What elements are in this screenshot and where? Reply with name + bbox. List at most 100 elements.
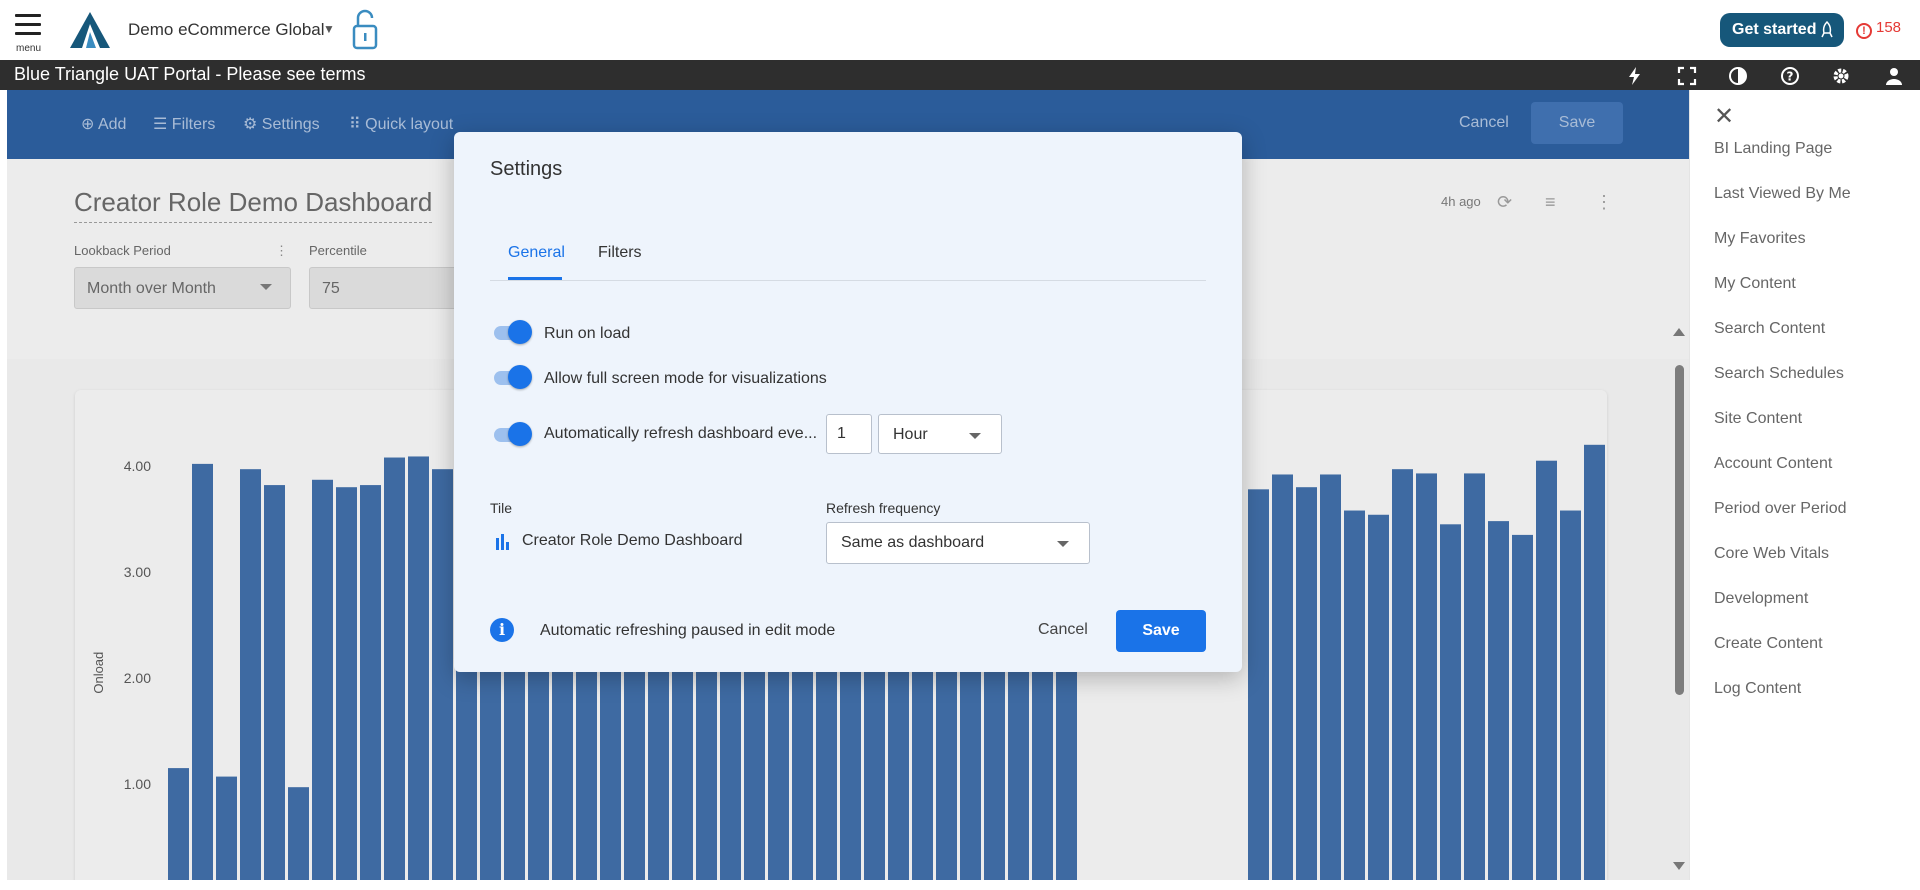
sidebar-item[interactable]: Log Content (1714, 680, 1801, 698)
sidebar-item[interactable]: Development (1714, 590, 1808, 608)
toggle-knob (508, 320, 532, 344)
sidebar-item[interactable]: Period over Period (1714, 500, 1847, 518)
tab-filters[interactable]: Filters (598, 244, 642, 262)
close-icon[interactable]: ✕ (1714, 102, 1734, 131)
cancel-button[interactable]: Cancel (1038, 621, 1088, 639)
tab-general[interactable]: General (508, 244, 565, 262)
filters-label: Filters (171, 116, 216, 133)
filters-button[interactable]: ☰ Filters (153, 114, 215, 134)
org-name[interactable]: Demo eCommerce Global (128, 20, 325, 40)
chart-bar (408, 456, 429, 880)
add-label: Add (97, 116, 127, 133)
menu-label: menu (16, 43, 42, 54)
lightning-icon[interactable] (1625, 66, 1645, 86)
chart-bar (240, 469, 261, 880)
fullscreen-icon[interactable] (1677, 66, 1697, 86)
unlock-icon[interactable] (350, 8, 380, 50)
chart-bar (1560, 510, 1581, 880)
chart-bar (1584, 444, 1605, 880)
auto-refresh-toggle[interactable] (492, 420, 532, 448)
svg-text:?: ? (1787, 70, 1794, 84)
chevron-down-icon (260, 284, 272, 290)
percentile-input[interactable]: 75 (309, 267, 469, 309)
get-started-label: Get started (1732, 21, 1817, 38)
tab-divider (490, 280, 1206, 281)
toolbar-cancel-button[interactable]: Cancel (1459, 114, 1509, 132)
org-caret-icon[interactable]: ▼ (323, 22, 335, 36)
menu-icon-bar (15, 32, 41, 35)
sidebar-item[interactable]: My Content (1714, 275, 1796, 293)
chart-bar (216, 776, 237, 880)
chart-bar (1488, 521, 1509, 880)
filter-menu-icon[interactable]: ⋮ (275, 243, 288, 259)
chart-bar (1536, 460, 1557, 880)
refresh-icon[interactable]: ⟳ (1497, 192, 1512, 213)
sidebar-item[interactable]: Create Content (1714, 635, 1823, 653)
menu-button[interactable]: menu (12, 12, 46, 54)
chart-bar (1392, 469, 1413, 880)
y-tick-label: 3.00 (124, 564, 151, 580)
filter-label-lookback: Lookback Period (74, 243, 171, 258)
navigation-sidebar: ✕ BI Landing Page Last Viewed By Me My Fav… (1689, 90, 1920, 880)
chart-bar (336, 487, 357, 880)
sidebar-item[interactable]: BI Landing Page (1714, 140, 1832, 158)
scrollbar-thumb[interactable] (1675, 365, 1684, 695)
banner-title: Blue Triangle UAT Portal - Please see te… (14, 64, 366, 84)
portal-banner: Blue Triangle UAT Portal - Please see te… (0, 60, 1920, 90)
lookback-value: Month over Month (87, 280, 216, 297)
chart-bar (384, 457, 405, 880)
sidebar-item[interactable]: Search Schedules (1714, 365, 1844, 383)
sidebar-item[interactable]: Core Web Vitals (1714, 545, 1829, 563)
alert-count: 158 (1876, 19, 1902, 36)
y-tick-label: 1.00 (124, 776, 151, 792)
refresh-frequency-select[interactable]: Same as dashboard (826, 522, 1090, 564)
chart-bar (312, 479, 333, 880)
settings-label: Settings (261, 116, 320, 133)
chart-bar (1272, 474, 1293, 880)
filter-icon[interactable]: ≡ (1545, 192, 1556, 213)
quick-layout-label: Quick layout (365, 116, 454, 133)
gear-icon[interactable] (1831, 66, 1851, 86)
chart-bar (1464, 473, 1485, 880)
dashboard-title[interactable]: Creator Role Demo Dashboard (74, 187, 433, 223)
refresh-frequency-heading: Refresh frequency (826, 500, 941, 516)
sidebar-item[interactable]: Account Content (1714, 455, 1832, 473)
help-icon[interactable]: ? (1780, 66, 1800, 86)
sidebar-item[interactable]: My Favorites (1714, 230, 1806, 248)
last-updated: 4h ago (1441, 194, 1481, 209)
contrast-icon[interactable] (1728, 66, 1748, 86)
info-icon: i (490, 618, 514, 642)
chart-bar (168, 768, 189, 880)
refresh-frequency-value: Same as dashboard (841, 534, 985, 551)
refresh-interval-input[interactable]: 1 (826, 414, 872, 454)
fullscreen-mode-toggle[interactable] (492, 363, 532, 391)
more-vert-icon[interactable]: ⋮ (1595, 192, 1613, 213)
chart-bar (1416, 473, 1437, 880)
chart-bar (192, 463, 213, 880)
settings-dialog: Settings General Filters Run on load All… (454, 132, 1242, 672)
sidebar-item[interactable]: Last Viewed By Me (1714, 185, 1851, 203)
get-started-button[interactable]: Get started (1720, 13, 1844, 47)
refresh-unit-select[interactable]: Hour (878, 414, 1002, 454)
settings-button[interactable]: ⚙ Settings (243, 114, 320, 134)
refresh-unit-value: Hour (893, 426, 928, 443)
alert-counter[interactable]: ! 158 (1856, 19, 1901, 39)
toolbar-save-button[interactable]: Save (1531, 102, 1623, 144)
add-button[interactable]: ⊕ Add (81, 114, 126, 134)
bar-chart-icon (496, 534, 509, 550)
quick-layout-button[interactable]: ⠿ Quick layout (349, 114, 453, 134)
chart-bar (264, 485, 285, 880)
sidebar-item[interactable]: Search Content (1714, 320, 1825, 338)
menu-icon (15, 14, 41, 17)
y-tick-label: 2.00 (124, 670, 151, 686)
y-axis-label: Onload (91, 652, 106, 694)
lookback-period-select[interactable]: Month over Month (74, 267, 291, 309)
user-icon[interactable] (1884, 66, 1904, 86)
sidebar-item[interactable]: Site Content (1714, 410, 1802, 428)
menu-icon-bar (15, 23, 41, 26)
tile-heading: Tile (490, 500, 513, 516)
run-on-load-toggle[interactable] (492, 318, 532, 346)
y-tick-label: 4.00 (124, 458, 151, 474)
save-button[interactable]: Save (1116, 610, 1206, 652)
logo-icon[interactable] (70, 12, 112, 48)
